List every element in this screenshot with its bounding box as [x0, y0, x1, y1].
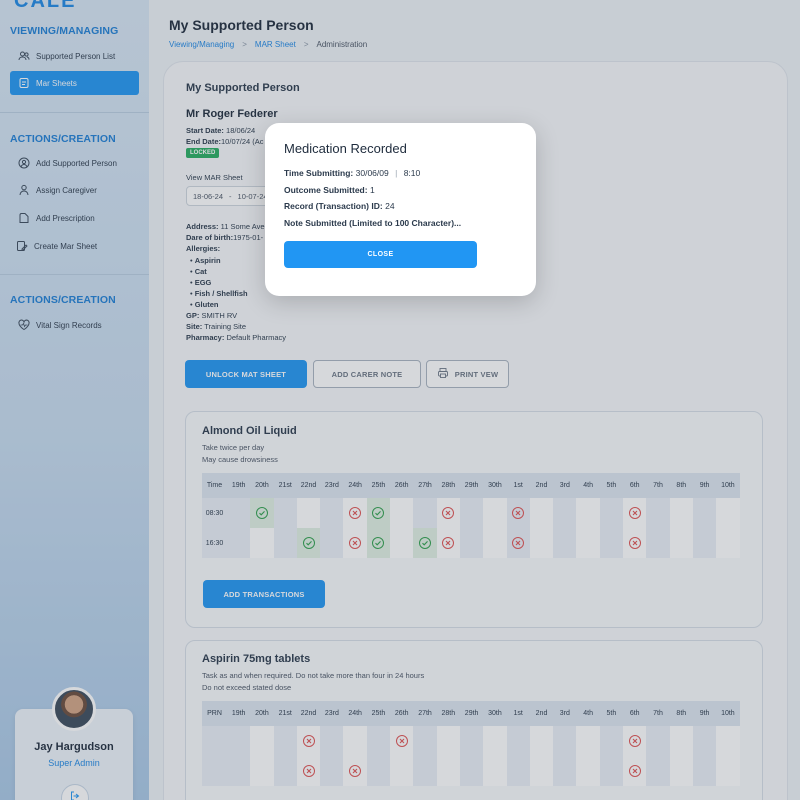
- modal-title: Medication Recorded: [284, 141, 407, 156]
- modal-note: Note Submitted (Limited to 100 Character…: [284, 218, 462, 228]
- modal-time-submitting: Time Submitting: 30/06/09 | 8:10: [284, 168, 421, 178]
- medication-recorded-modal: Medication Recorded Time Submitting: 30/…: [265, 123, 536, 296]
- modal-overlay[interactable]: [0, 0, 800, 800]
- modal-outcome: Outcome Submitted: 1: [284, 185, 375, 195]
- close-button[interactable]: CLOSE: [284, 241, 477, 268]
- modal-record-id: Record (Transaction) ID: 24: [284, 201, 395, 211]
